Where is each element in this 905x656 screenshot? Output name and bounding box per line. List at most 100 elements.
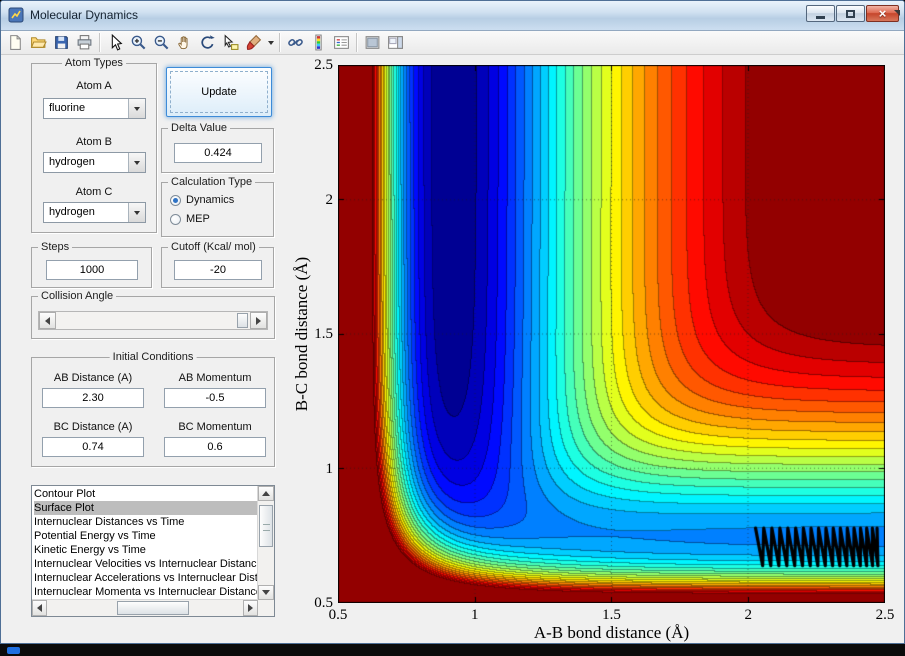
ab-distance-input[interactable] (42, 388, 144, 408)
calculation-type-title: Calculation Type (168, 176, 256, 189)
scroll-right-button[interactable] (243, 600, 258, 616)
link-plot-button[interactable] (284, 32, 307, 53)
open-file-button[interactable] (27, 32, 50, 53)
arrow-down-icon (262, 590, 270, 595)
plot-type-listbox: Contour Plot Surface Plot Internuclear D… (31, 485, 275, 617)
list-item[interactable]: Internuclear Distances vs Time (34, 515, 258, 529)
radio-unselected-icon (170, 213, 181, 225)
link-plot-icon (287, 34, 304, 51)
hide-plot-tools-button[interactable] (361, 32, 384, 53)
screen: Molecular Dynamics × Atom Types Atom A f… (0, 0, 905, 656)
pes-contour-canvas[interactable] (338, 65, 885, 603)
y-tick-label: 0.5 (314, 595, 333, 611)
steps-panel: Steps (31, 241, 152, 288)
zoom-out-button[interactable] (150, 32, 173, 53)
insert-colorbar-button[interactable] (307, 32, 330, 53)
steps-input[interactable] (46, 260, 138, 280)
show-plot-tools-button[interactable] (384, 32, 407, 53)
insert-legend-button[interactable] (330, 32, 353, 53)
data-cursor-button[interactable] (219, 32, 242, 53)
list-item[interactable]: Internuclear Momenta vs Internuclear Dis… (34, 585, 258, 599)
atom-a-combobox[interactable]: fluorine (43, 98, 146, 119)
toolbar-separator (99, 33, 101, 52)
chevron-down-icon[interactable] (128, 153, 145, 172)
radio-mep[interactable]: MEP (170, 213, 210, 225)
plot-type-list: Contour Plot Surface Plot Internuclear D… (32, 486, 258, 600)
show-plot-tools-icon (387, 34, 404, 51)
app-window: Molecular Dynamics × Atom Types Atom A f… (0, 0, 905, 644)
atom-b-combobox[interactable]: hydrogen (43, 152, 146, 173)
toolbar-separator (356, 33, 358, 52)
list-item[interactable]: Internuclear Accelerations vs Internucle… (34, 571, 258, 585)
ab-momentum-input[interactable] (164, 388, 266, 408)
atom-c-combobox[interactable]: hydrogen (43, 202, 146, 223)
radio-dynamics[interactable]: Dynamics (170, 194, 234, 206)
save-figure-icon (53, 34, 70, 51)
x-tick-label: 1.5 (602, 607, 621, 623)
bc-distance-input[interactable] (42, 437, 144, 457)
brush-dropdown-button[interactable] (265, 32, 276, 53)
cutoff-input[interactable] (174, 260, 262, 280)
atom-a-label: Atom A (76, 80, 112, 92)
toolbar-overflow-icon[interactable] (894, 10, 900, 16)
minimize-button[interactable] (806, 5, 835, 22)
list-item[interactable]: Contour Plot (34, 487, 258, 501)
rotate-3d-button[interactable] (196, 32, 219, 53)
vertical-scrollbar[interactable] (257, 486, 274, 600)
cutoff-panel: Cutoff (Kcal/ mol) (161, 241, 274, 288)
vertical-scroll-thumb[interactable] (259, 505, 273, 547)
data-cursor-icon (222, 34, 239, 51)
arrow-left-icon (45, 316, 50, 325)
atom-b-value: hydrogen (49, 156, 95, 168)
initial-conditions-panel: Initial Conditions AB Distance (A) AB Mo… (31, 351, 275, 467)
y-axis-label: B-C bond distance (Å) (292, 256, 311, 412)
slider-left-arrow[interactable] (39, 312, 56, 329)
print-figure-button[interactable] (73, 32, 96, 53)
new-figure-button[interactable] (4, 32, 27, 53)
toolbar (1, 31, 904, 55)
maximize-icon (846, 9, 855, 18)
collision-angle-slider[interactable] (38, 311, 268, 330)
maximize-button[interactable] (836, 5, 865, 22)
arrow-right-icon (248, 604, 253, 612)
brush-button[interactable] (242, 32, 265, 53)
delta-value-input[interactable] (174, 143, 262, 163)
save-figure-button[interactable] (50, 32, 73, 53)
steps-title: Steps (38, 241, 73, 254)
titlebar[interactable]: Molecular Dynamics × (1, 1, 904, 31)
taskbar-icon[interactable] (7, 647, 20, 654)
edit-plot-button[interactable] (104, 32, 127, 53)
scroll-up-button[interactable] (258, 486, 274, 501)
scroll-down-button[interactable] (258, 585, 274, 600)
cutoff-title: Cutoff (Kcal/ mol) (168, 241, 259, 254)
scroll-left-button[interactable] (32, 600, 47, 616)
slider-thumb[interactable] (237, 313, 248, 328)
horizontal-scroll-thumb[interactable] (117, 601, 189, 615)
y-tick-label: 2 (325, 191, 334, 208)
pan-button[interactable] (173, 32, 196, 53)
delta-value-title: Delta Value (168, 122, 231, 135)
minimize-icon (816, 15, 825, 19)
list-item[interactable]: Internuclear Velocities vs Internuclear … (34, 557, 258, 571)
toolbar-separator (279, 33, 281, 52)
radio-mep-label: MEP (186, 213, 210, 225)
taskbar-strip (0, 644, 905, 656)
chevron-down-icon (267, 40, 274, 45)
chevron-down-icon[interactable] (128, 203, 145, 222)
list-item-selected[interactable]: Surface Plot (34, 501, 258, 515)
chevron-down-icon[interactable] (128, 99, 145, 118)
insert-colorbar-icon (310, 34, 327, 51)
list-item[interactable]: Potential Energy vs Time (34, 529, 258, 543)
bc-momentum-input[interactable] (164, 437, 266, 457)
slider-right-arrow[interactable] (250, 312, 267, 329)
horizontal-scrollbar[interactable] (32, 599, 258, 616)
zoom-in-button[interactable] (127, 32, 150, 53)
list-item[interactable]: Kinetic Energy vs Time (34, 543, 258, 557)
x-tick-label: 2.5 (875, 607, 895, 623)
open-file-icon (30, 34, 47, 51)
update-button[interactable]: Update (166, 67, 272, 117)
hide-plot-tools-icon (364, 34, 381, 51)
atom-c-label: Atom C (75, 186, 113, 198)
atom-b-label: Atom B (75, 136, 113, 148)
zoom-out-icon (153, 34, 170, 51)
